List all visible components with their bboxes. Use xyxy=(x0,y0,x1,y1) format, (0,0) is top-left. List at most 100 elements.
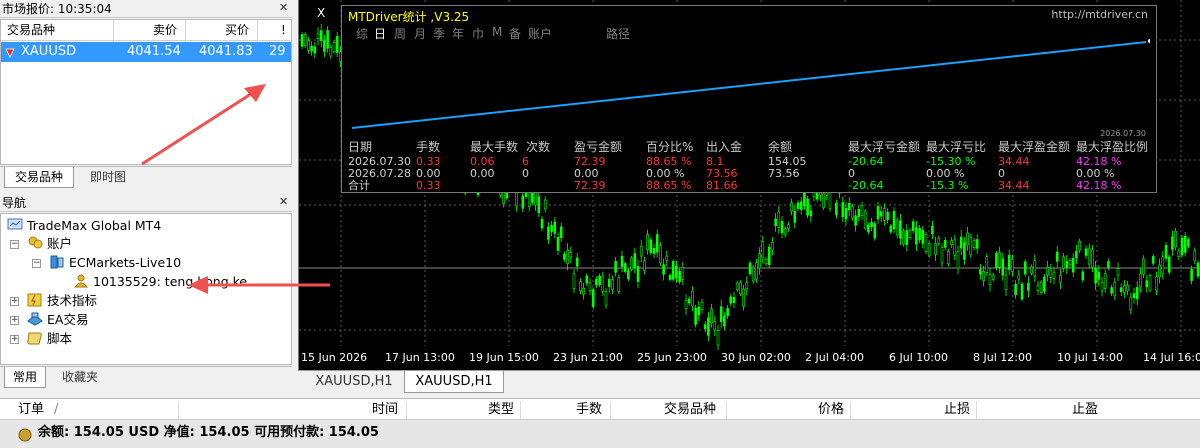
col-type[interactable]: 类型 xyxy=(488,399,514,421)
candle-body xyxy=(1030,266,1033,274)
candle-body xyxy=(783,228,787,236)
mtd-cell: -15.3 % xyxy=(926,179,969,192)
terminal-header: 订单 / 时间 类型 手数 交易品种 价格 止损 止盈 xyxy=(0,398,1200,420)
candle-body xyxy=(326,30,329,49)
tree-experts-label: EA交易 xyxy=(47,312,89,327)
user-icon xyxy=(73,274,89,288)
candle-body xyxy=(662,264,665,275)
tree-account[interactable]: 10135529: teng hong ke xyxy=(73,273,247,291)
column-symbol[interactable]: 交易品种 xyxy=(7,20,55,40)
candle-body xyxy=(540,218,544,229)
candle-body xyxy=(726,308,729,317)
mtd-cell: -20.64 xyxy=(848,179,884,192)
candle-body xyxy=(963,242,966,260)
candle-body xyxy=(799,201,803,210)
market-watch-header: 交易品种 卖价 买价 ! xyxy=(1,20,291,41)
row-ask: 4041.83 xyxy=(199,44,253,59)
candle-body xyxy=(857,208,861,218)
col-stop-loss[interactable]: 止损 xyxy=(944,399,970,421)
col-symbol[interactable]: 交易品种 xyxy=(664,399,716,421)
close-icon[interactable]: ✕ xyxy=(277,196,290,209)
column-spread[interactable]: ! xyxy=(281,20,286,40)
candle-body xyxy=(934,243,937,255)
candle-body xyxy=(684,300,688,310)
candle-body xyxy=(847,203,851,211)
candle-body xyxy=(902,230,905,245)
col-time[interactable]: 时间 xyxy=(372,399,398,421)
candle-body xyxy=(1039,281,1043,293)
balance-row[interactable]: 余额: 154.05 USD 净值: 154.05 可用预付款: 154.05 xyxy=(0,420,1200,448)
mtd-header: 手数 xyxy=(416,140,441,154)
expand-icon[interactable]: + xyxy=(10,335,19,344)
candle-body xyxy=(771,241,774,251)
tree-server[interactable]: ECMarkets-Live10 xyxy=(49,254,181,272)
candle-body xyxy=(822,193,825,208)
close-icon[interactable]: ✕ xyxy=(277,2,290,15)
candle-body xyxy=(668,275,672,280)
candle-body xyxy=(335,36,339,54)
tree-experts[interactable]: EA交易 xyxy=(27,311,88,329)
price-chart[interactable]: X MTDriver统计 ,V3.25 http://mtdriver.cn 综… xyxy=(298,0,1200,370)
candle-body xyxy=(515,192,518,206)
candle-body xyxy=(915,227,918,245)
column-bid[interactable]: 卖价 xyxy=(153,20,177,40)
candle-body xyxy=(527,192,531,208)
candle-body xyxy=(867,224,870,232)
candle-body xyxy=(876,206,880,220)
candle-body xyxy=(943,239,947,248)
mtdriver-stats-panel: MTDriver统计 ,V3.25 http://mtdriver.cn 综 日… xyxy=(341,5,1157,193)
col-order[interactable]: 订单 xyxy=(18,399,44,421)
tree-accounts[interactable]: 账户 xyxy=(27,235,72,253)
col-lots[interactable]: 手数 xyxy=(576,399,602,421)
chart-tab-1[interactable]: XAUUSD,H1 xyxy=(306,371,402,393)
expand-icon[interactable]: + xyxy=(10,297,19,306)
candle-body xyxy=(883,208,886,221)
candle-body xyxy=(652,248,656,254)
candle-body xyxy=(1043,276,1046,292)
tree-indicators[interactable]: 技术指标 xyxy=(27,292,97,310)
column-divider xyxy=(726,401,727,419)
candle-body xyxy=(995,253,998,269)
candle-body xyxy=(1087,247,1091,265)
candle-body xyxy=(828,191,832,210)
candle-body xyxy=(617,277,621,292)
candle-body xyxy=(575,257,579,267)
candle-body xyxy=(758,253,761,269)
candle-body xyxy=(719,306,723,322)
tab-common[interactable]: 常用 xyxy=(4,367,46,388)
column-ask[interactable]: 买价 xyxy=(225,20,249,40)
candle-body xyxy=(729,296,733,304)
candle-body xyxy=(860,205,864,216)
candle-body xyxy=(703,324,707,329)
collapse-icon[interactable]: − xyxy=(32,259,41,268)
mtdriver-title: MTDriver统计 ,V3.25 xyxy=(348,10,470,24)
candle-body xyxy=(563,253,566,260)
sort-icon[interactable]: / xyxy=(54,399,58,421)
time-tick: 8 Jul 12:00 xyxy=(973,351,1032,364)
candle-body xyxy=(1097,271,1101,280)
candle-body xyxy=(879,211,883,217)
candle-body xyxy=(1183,235,1187,253)
mtdriver-url[interactable]: http://mtdriver.cn xyxy=(1051,8,1148,21)
candle-body xyxy=(1116,268,1120,276)
navigator-tabs: 常用 收藏夹 xyxy=(0,366,292,388)
mtd-tab[interactable]: M xyxy=(492,25,502,39)
mtd-cell: 42.18 % xyxy=(1076,179,1122,192)
tab-symbols[interactable]: 交易品种 xyxy=(4,167,74,188)
column-divider xyxy=(610,401,611,419)
col-price[interactable]: 价格 xyxy=(818,399,844,421)
candle-body xyxy=(735,282,739,290)
expand-icon[interactable]: + xyxy=(10,316,19,325)
tab-tick-chart[interactable]: 即时图 xyxy=(78,167,138,188)
chart-tab-2[interactable]: XAUUSD,H1 xyxy=(404,371,504,393)
candle-body xyxy=(966,232,969,246)
collapse-icon[interactable]: − xyxy=(10,240,19,249)
tree-root[interactable]: TradeMax Global MT4 xyxy=(7,217,161,235)
symbol-row-xauusd[interactable]: XAUUSD 4041.54 4041.83 29 xyxy=(1,42,291,62)
candle-body xyxy=(553,221,557,234)
candle-body xyxy=(895,220,899,236)
col-take-profit[interactable]: 止盈 xyxy=(1072,399,1098,421)
candle-body xyxy=(566,249,569,264)
tab-favorites[interactable]: 收藏夹 xyxy=(50,367,110,388)
tree-scripts[interactable]: 脚本 xyxy=(27,330,72,348)
